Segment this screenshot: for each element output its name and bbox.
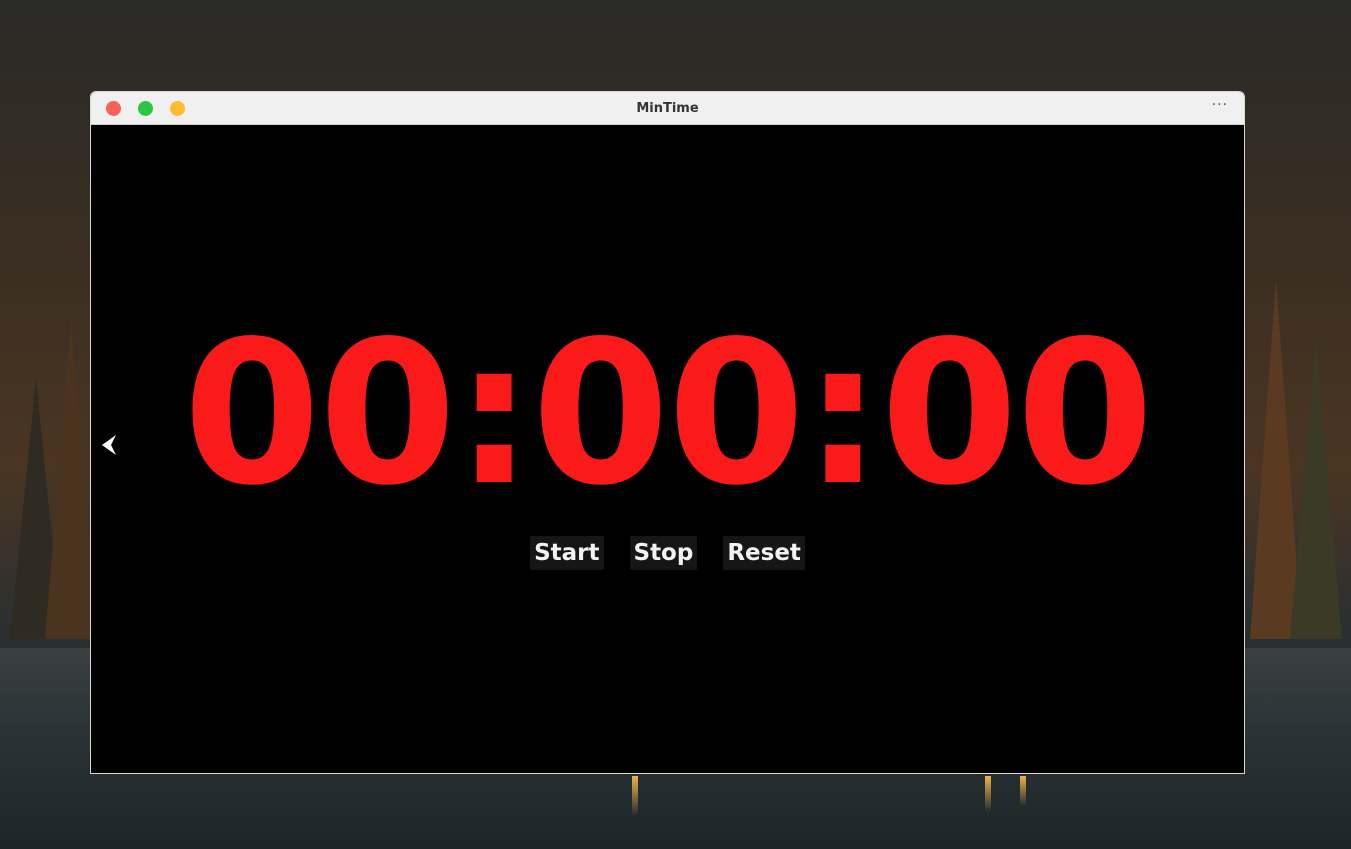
- app-window: MinTime ··· 00:00:00 Start Stop Reset: [90, 91, 1245, 774]
- light-reflection: [632, 776, 638, 816]
- light-reflection: [1020, 776, 1026, 806]
- tree-silhouette: [1290, 339, 1342, 639]
- more-options-icon[interactable]: ···: [1212, 97, 1228, 113]
- title-bar[interactable]: MinTime ···: [91, 92, 1244, 125]
- light-reflection: [985, 776, 991, 812]
- timer-display: 00:00:00: [183, 298, 1154, 529]
- timer-controls: Start Stop Reset: [91, 536, 1244, 570]
- stop-button[interactable]: Stop: [629, 536, 698, 570]
- window-title: MinTime: [636, 101, 699, 116]
- start-button[interactable]: Start: [530, 536, 604, 570]
- timer-view: 00:00:00 Start Stop Reset: [91, 125, 1244, 773]
- desktop-background: MinTime ··· 00:00:00 Start Stop Reset: [0, 0, 1351, 849]
- reset-button[interactable]: Reset: [723, 536, 805, 570]
